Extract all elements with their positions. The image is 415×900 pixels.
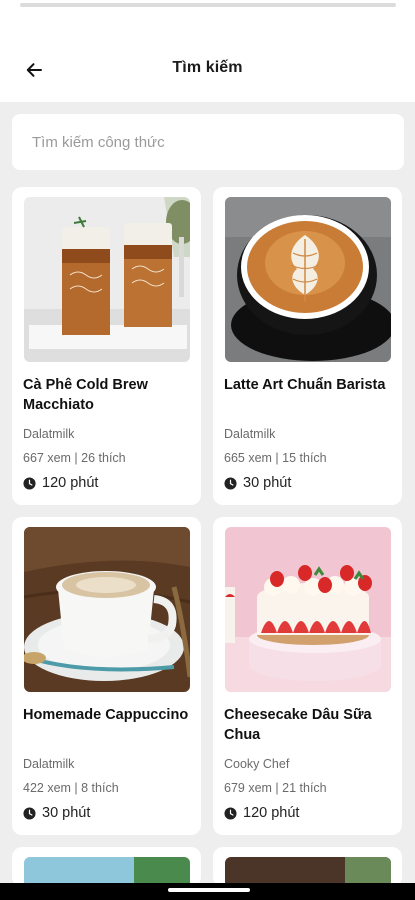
recipe-card[interactable]: Latte Art Chuẩn Barista Dalatmilk 665 xe… [213,187,402,505]
recipe-time: 120 phút [224,805,299,821]
recipe-title: Cà Phê Cold Brew Macchiato [23,377,148,413]
clock-icon [224,806,237,820]
clock-icon [23,476,36,490]
recipe-grid: Cà Phê Cold Brew Macchiato Dalatmilk 667… [0,0,415,900]
recipe-card-partial[interactable] [12,847,201,887]
recipe-time-label: 120 phút [42,475,99,491]
recipe-stats: 665 xem | 15 thích [224,451,327,465]
home-indicator[interactable] [168,888,250,892]
recipe-title: Cheesecake Dâu Sữa Chua [224,707,372,743]
clock-icon [23,806,36,820]
recipe-time: 120 phút [23,475,98,491]
recipe-author: Dalatmilk [23,757,75,771]
recipe-stats: 422 xem | 8 thích [23,781,119,795]
recipe-title: Homemade Cappuccino [23,707,189,723]
recipe-card[interactable]: Homemade Cappuccino Dalatmilk 422 xem | … [12,517,201,835]
recipe-author: Dalatmilk [23,427,75,441]
recipe-stats: 679 xem | 21 thích [224,781,327,795]
recipe-stats: 667 xem | 26 thích [23,451,126,465]
recipe-author: Cooky Chef [224,757,290,771]
recipe-time-label: 120 phút [243,805,300,821]
recipe-image-cappuccino [24,527,190,692]
recipe-author: Dalatmilk [224,427,276,441]
recipe-card[interactable]: Cà Phê Cold Brew Macchiato Dalatmilk 667… [12,187,201,505]
recipe-image-latte-art [225,197,391,362]
recipe-time: 30 phút [224,475,291,491]
clock-icon [224,476,237,490]
recipe-title: Latte Art Chuẩn Barista [224,377,386,393]
recipe-card-partial[interactable] [213,847,402,887]
recipe-image-cheesecake [225,527,391,692]
recipe-time-label: 30 phút [243,475,292,491]
recipe-image-cold-brew [24,197,190,362]
recipe-card[interactable]: Cheesecake Dâu Sữa Chua Cooky Chef 679 x… [213,517,402,835]
recipe-time-label: 30 phút [42,805,91,821]
recipe-time: 30 phút [23,805,90,821]
